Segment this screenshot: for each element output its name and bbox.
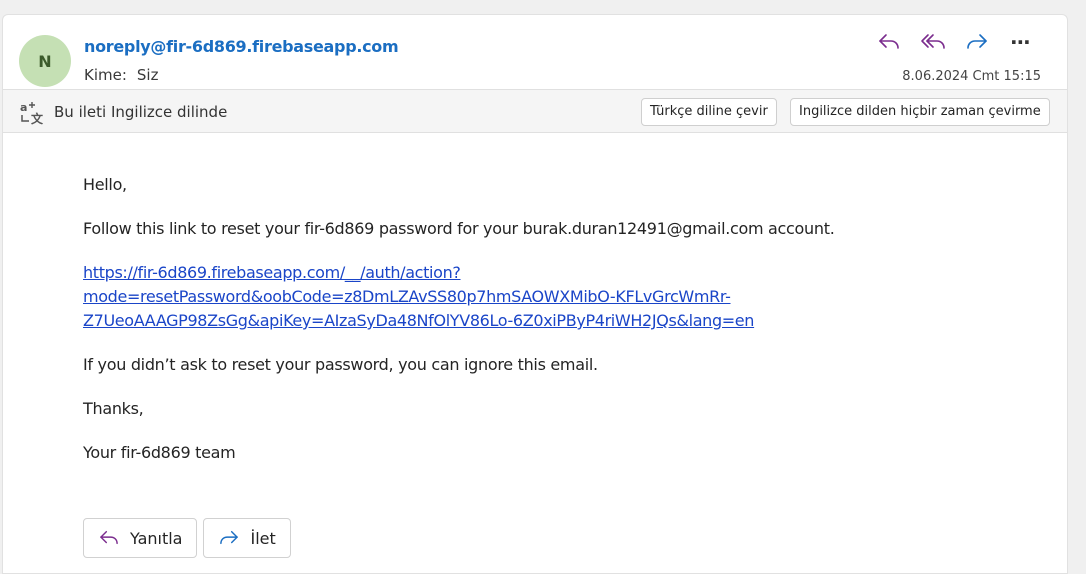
reply-all-icon xyxy=(921,34,945,49)
reply-all-button[interactable] xyxy=(911,27,955,57)
thanks-text: Thanks, xyxy=(83,399,144,418)
recipients-line: Kime: Siz xyxy=(84,66,158,84)
reply-button[interactable] xyxy=(867,27,911,57)
reply-bar: Yanıtla İlet xyxy=(83,518,291,558)
greeting: Hello, xyxy=(83,175,127,194)
forward-icon xyxy=(967,34,987,49)
reply-footer-button[interactable]: Yanıtla xyxy=(83,518,198,558)
more-icon: ⋯ xyxy=(1010,30,1032,54)
translation-notice: Bu ileti Ingilizce dilinde xyxy=(54,103,228,121)
svg-text:a: a xyxy=(20,101,27,114)
instruction-text: Follow this link to reset your fir-6d869… xyxy=(83,219,835,238)
to-label: Kime: xyxy=(84,66,127,84)
signature-text: Your fir-6d869 team xyxy=(83,443,236,462)
avatar-initial: N xyxy=(38,51,52,71)
translate-button[interactable]: Türkçe diline çevir xyxy=(641,98,777,126)
sender-address[interactable]: noreply@fir-6d869.firebaseapp.com xyxy=(84,37,399,56)
more-actions-button[interactable]: ⋯ xyxy=(999,27,1043,57)
ignore-note: If you didn’t ask to reset your password… xyxy=(83,355,598,374)
forward-footer-button[interactable]: İlet xyxy=(203,518,291,558)
message-card: N noreply@fir-6d869.firebaseapp.com Kime… xyxy=(2,14,1068,574)
forward-icon xyxy=(220,530,239,545)
svg-text:文: 文 xyxy=(31,111,44,125)
forward-footer-label: İlet xyxy=(250,528,276,548)
reset-link-paragraph: https://fir-6d869.firebaseapp.com/__/aut… xyxy=(83,261,1023,333)
reply-icon xyxy=(879,34,899,49)
message-actions: ⋯ xyxy=(867,27,1043,57)
reset-link-line-3[interactable]: Z7UeoAAAGP98ZsGg&apiKey=AIzaSyDa48NfOlYV… xyxy=(83,311,754,330)
to-value[interactable]: Siz xyxy=(137,66,159,84)
sender-avatar[interactable]: N xyxy=(19,35,71,87)
message-body: Hello, Follow this link to reset your fi… xyxy=(83,173,1023,485)
translate-icon: a 文 xyxy=(20,101,44,125)
reply-footer-label: Yanıtla xyxy=(130,528,183,548)
message-date: 8.06.2024 Cmt 15:15 xyxy=(902,69,1041,84)
reset-link-line-1[interactable]: https://fir-6d869.firebaseapp.com/__/aut… xyxy=(83,263,461,282)
forward-button[interactable] xyxy=(955,27,999,57)
translation-bar: a 文 Bu ileti Ingilizce dilinde Türkçe di… xyxy=(3,89,1067,133)
reply-icon xyxy=(100,530,118,545)
never-translate-button[interactable]: Ingilizce dilden hiçbir zaman çevirme xyxy=(790,98,1050,126)
reset-link-line-2[interactable]: mode=resetPassword&oobCode=z8DmLZAvSS80p… xyxy=(83,287,731,306)
